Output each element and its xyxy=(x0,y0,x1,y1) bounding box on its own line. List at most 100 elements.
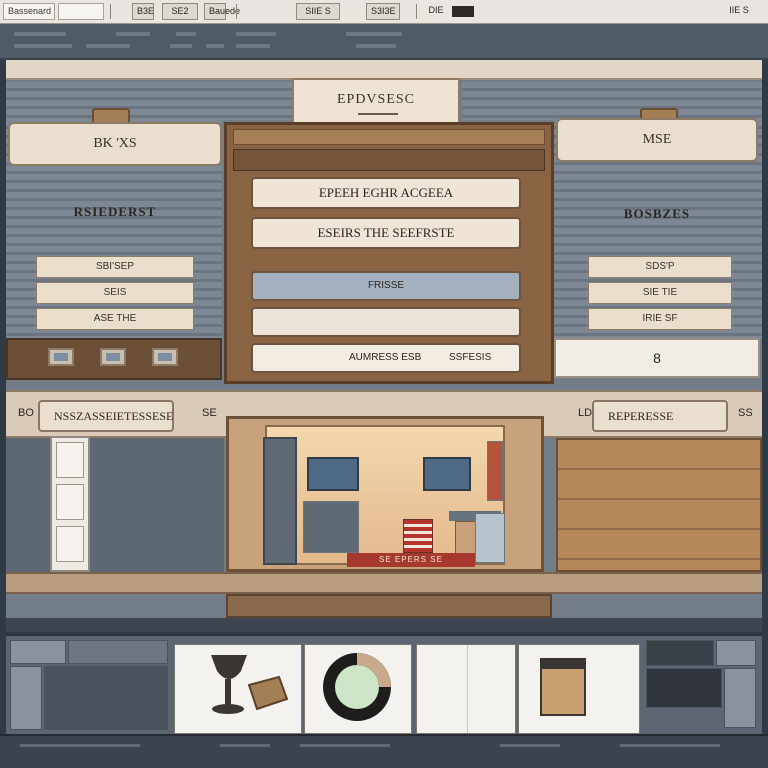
donut-chart-icon xyxy=(323,653,391,721)
left-panel-heading[interactable]: BK 'XS xyxy=(8,122,222,166)
toolbar-placeholder xyxy=(116,32,150,36)
toolbar-field-1[interactable]: Bassenard xyxy=(3,3,55,20)
right-row-value: 8 xyxy=(653,350,661,366)
toolbar-placeholder xyxy=(356,44,396,48)
page-title-text: EPDVSESC xyxy=(336,92,416,107)
floor-base xyxy=(226,594,552,618)
status-placeholder xyxy=(500,744,560,747)
field-3-right-text: SSFESIS xyxy=(449,352,492,363)
toolbar-separator xyxy=(236,4,237,19)
main-stage: EPDVSESC BK 'XS RSIEDERST SBI'SEP SEIS A… xyxy=(6,60,762,632)
scene-striped-box xyxy=(403,519,433,553)
stage-header-strip xyxy=(6,60,762,80)
toolbar-placeholder xyxy=(14,32,66,36)
title-underline xyxy=(358,113,398,115)
cabinet-button-2[interactable]: ESEIRS THE SEEFRSTE xyxy=(251,217,521,249)
lower-right-field[interactable]: REPERESSE xyxy=(592,400,728,432)
left-panel-label: RSIEDERST xyxy=(73,204,157,219)
status-placeholder xyxy=(220,744,270,747)
drawer-stack xyxy=(50,436,90,572)
toolbar-placeholder xyxy=(346,32,402,36)
toolbar-button-1[interactable]: B3E xyxy=(132,3,154,20)
toolbar-button-4[interactable]: SIIE S xyxy=(296,3,340,20)
image-thumbnail-icon[interactable] xyxy=(100,348,126,366)
tray-tile xyxy=(716,640,756,666)
toolbar-placeholder xyxy=(206,44,224,48)
preview-scene[interactable]: SE EPERS SE xyxy=(226,416,544,572)
toolbar-button-7[interactable]: IIE S xyxy=(716,3,762,20)
left-thumbnail-bar xyxy=(6,338,222,380)
cabinet-button-1[interactable]: EPEEH EGHR ACGEEA xyxy=(251,177,521,209)
drawer[interactable] xyxy=(56,526,84,562)
toolbar-placeholder xyxy=(236,44,270,48)
right-panel-heading[interactable]: MSE xyxy=(556,118,758,162)
blank-card[interactable] xyxy=(416,644,516,734)
tray-tile xyxy=(646,668,722,708)
toolbar-button-3[interactable]: Bauede xyxy=(204,3,240,20)
toolbar-button-5[interactable]: S3I3E xyxy=(366,3,400,20)
tray-tile xyxy=(68,640,168,664)
toolbar-field-2[interactable] xyxy=(58,3,104,20)
drawer[interactable] xyxy=(56,484,84,520)
image-thumbnail-icon[interactable] xyxy=(152,348,178,366)
scene-crate xyxy=(475,513,505,563)
toolbar-button-2[interactable]: SE2 xyxy=(162,3,198,20)
tray-tile xyxy=(44,666,168,730)
cabinet-top xyxy=(233,129,545,145)
tray-tile xyxy=(646,640,714,666)
drawer[interactable] xyxy=(56,442,84,478)
status-placeholder xyxy=(20,744,140,747)
secondary-toolbar xyxy=(0,24,768,60)
cabinet-field-1[interactable]: FRISSE xyxy=(251,271,521,301)
page-title: EPDVSESC xyxy=(292,78,460,124)
frame-card[interactable] xyxy=(518,644,640,734)
floor-rail xyxy=(6,572,762,594)
scene-desk xyxy=(303,501,359,553)
tray-tile xyxy=(10,640,66,664)
right-lower-panel xyxy=(556,438,762,572)
goblet-card[interactable] xyxy=(174,644,302,734)
toolbar-placeholder xyxy=(170,44,192,48)
lower-right-right-label: SS xyxy=(738,407,753,419)
right-list-item[interactable]: SDS'P xyxy=(588,256,732,278)
scene-window xyxy=(423,457,471,491)
lower-left-label: BO xyxy=(18,407,34,419)
cabinet-field-3[interactable]: AUMRESS ESB SSFESIS xyxy=(251,343,521,373)
scene-shelf-items xyxy=(487,441,503,501)
tray-tile xyxy=(10,666,42,730)
lower-left-right-label: SE xyxy=(202,407,217,419)
color-swatch-icon[interactable] xyxy=(452,6,474,17)
right-panel-row[interactable]: 8 xyxy=(554,338,760,378)
scene-cabinet xyxy=(263,437,297,565)
toolbar-placeholder xyxy=(176,32,196,36)
left-list-item[interactable]: SBI'SEP xyxy=(36,256,194,278)
top-toolbar: Bassenard B3E SE2 Bauede SIIE S S3I3E DI… xyxy=(0,0,768,24)
tray-tile xyxy=(724,668,756,728)
image-thumbnail-icon[interactable] xyxy=(48,348,74,366)
scene-sign: SE EPERS SE xyxy=(347,553,475,567)
right-panel-label: BOSBZES xyxy=(623,206,691,221)
left-list-item[interactable]: SEIS xyxy=(36,282,194,304)
right-list-item[interactable]: SIE TIE xyxy=(588,282,732,304)
toolbar-separator xyxy=(110,4,111,19)
lower-left-field[interactable]: NSSZASSEIETESSESE xyxy=(38,400,174,432)
toolbar-button-6[interactable]: DIE xyxy=(424,3,448,20)
cabinet-shelf xyxy=(233,149,545,171)
scene-interior: SE EPERS SE xyxy=(263,425,505,567)
floor-shadow xyxy=(6,618,762,632)
toolbar-placeholder xyxy=(14,44,72,48)
frame-icon xyxy=(540,658,586,716)
cabinet-field-2[interactable] xyxy=(251,307,521,337)
status-placeholder xyxy=(620,744,720,747)
left-list-item[interactable]: ASE THE xyxy=(36,308,194,330)
goblet-icon xyxy=(211,655,289,714)
right-list-item[interactable]: IRIE SF xyxy=(588,308,732,330)
status-placeholder xyxy=(300,744,390,747)
toolbar-separator xyxy=(416,4,417,19)
donut-card[interactable] xyxy=(304,644,412,734)
toolbar-placeholder xyxy=(236,32,276,36)
scene-window xyxy=(307,457,359,491)
toolbar-placeholder xyxy=(86,44,130,48)
status-bar xyxy=(0,734,768,768)
left-lower-panel xyxy=(6,438,224,572)
